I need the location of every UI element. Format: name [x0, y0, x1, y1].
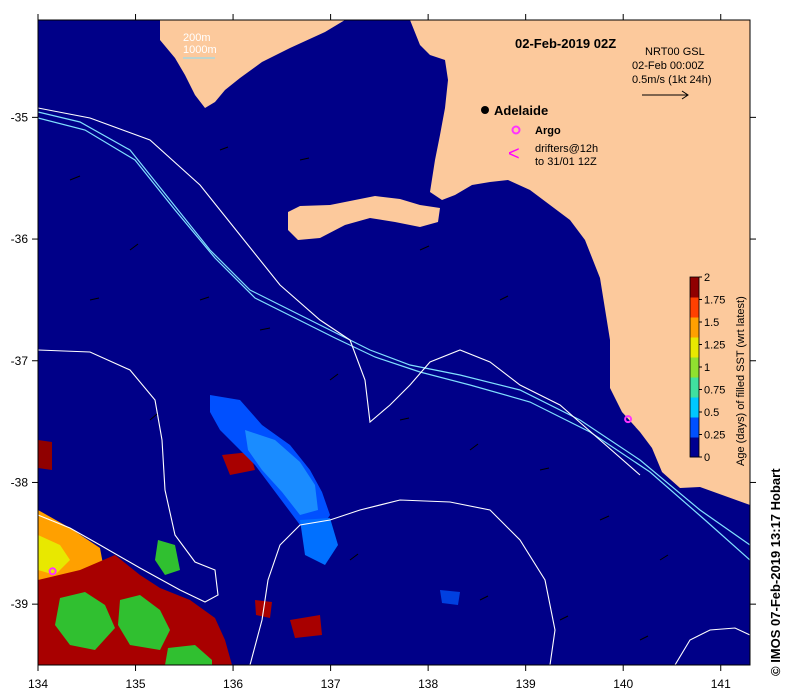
x-tick-label: 141: [711, 677, 731, 691]
current-legend-line2: 02-Feb 00:00Z: [632, 60, 704, 72]
colorbar-tick-label: 1: [704, 362, 710, 374]
colorbar-segment: [690, 397, 699, 418]
colorbar-segment: [690, 337, 699, 358]
y-tick-label: -36: [11, 232, 29, 246]
colorbar-segment: [690, 437, 699, 458]
sst-age-map: 134 135 136 137 138 139 140 141 -35 -36 -37 -38 -39…: [11, 14, 756, 691]
city-label-adelaide: Adelaide: [494, 103, 548, 118]
argo-label: Argo: [535, 125, 561, 137]
x-tick-label: 135: [126, 677, 146, 691]
city-marker: [481, 106, 489, 114]
colorbar-tick-label: 1.25: [704, 340, 725, 352]
x-tick-label: 139: [516, 677, 536, 691]
current-legend-line1: NRT00 GSL: [645, 46, 705, 58]
drifters-line1: drifters@12h: [535, 143, 598, 155]
colorbar-segment: [690, 277, 699, 298]
colorbar-tick-label: 1.75: [704, 295, 725, 307]
colorbar-segment: [690, 377, 699, 398]
colorbar-label: Age (days) of filled SST (wrt latest): [735, 296, 747, 466]
colorbar-tick-label: 1.5: [704, 317, 719, 329]
colorbar-tick-label: 0.75: [704, 385, 725, 397]
map-title: 02-Feb-2019 02Z: [515, 36, 616, 51]
drifter-symbol: <: [508, 143, 520, 165]
x-tick-label: 137: [321, 677, 341, 691]
y-tick-label: -39: [11, 597, 29, 611]
current-legend-line3: 0.5m/s (1kt 24h): [632, 74, 711, 86]
x-tick-label: 134: [28, 677, 48, 691]
y-tick-label: -35: [11, 110, 29, 124]
credit-label: © IMOS 07-Feb-2019 13:17 Hobart: [768, 468, 783, 676]
colorbar-tick-label: 0: [704, 452, 710, 464]
x-tick-label: 140: [613, 677, 633, 691]
colorbar-tick-label: 2: [704, 272, 710, 284]
depth-legend-200m: 200m: [183, 32, 211, 44]
colorbar-segment: [690, 317, 699, 338]
y-tick-label: -37: [11, 354, 29, 368]
drifters-line2: to 31/01 12Z: [535, 156, 597, 168]
x-tick-label: 136: [223, 677, 243, 691]
colorbar-segment: [690, 357, 699, 378]
x-tick-label: 138: [418, 677, 438, 691]
colorbar-tick-label: 0.5: [704, 407, 719, 419]
colorbar-tick-label: 0.25: [704, 430, 725, 442]
depth-legend-1000m: 1000m: [183, 44, 217, 56]
colorbar-segment: [690, 297, 699, 318]
y-tick-label: -38: [11, 475, 29, 489]
colorbar-segment: [690, 417, 699, 438]
